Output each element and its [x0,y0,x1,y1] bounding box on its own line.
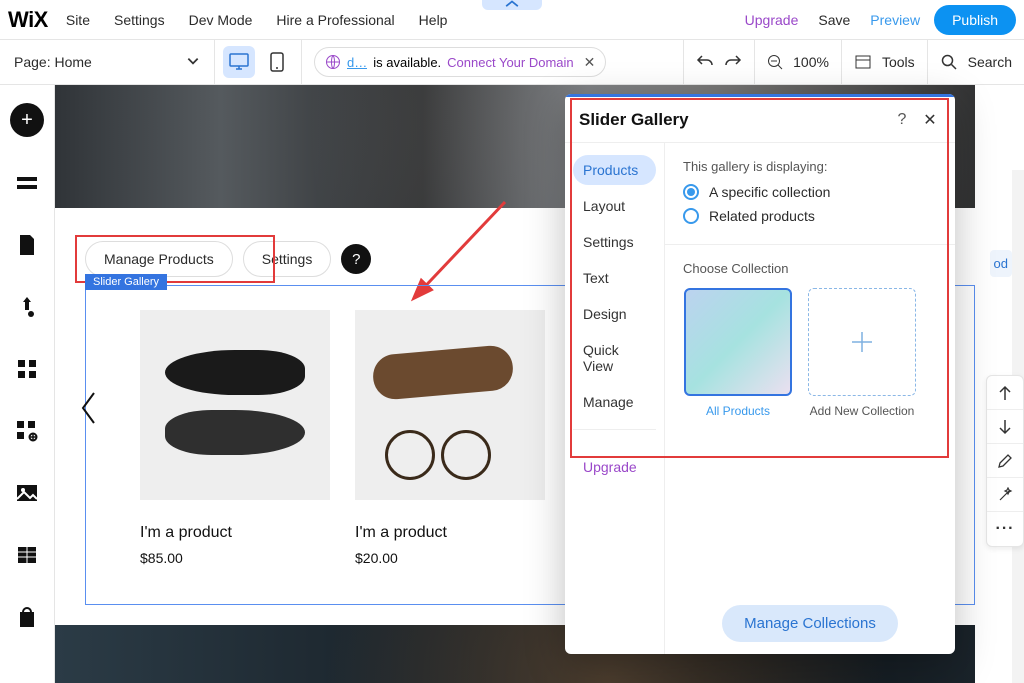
menu-help[interactable]: Help [419,12,448,28]
close-icon[interactable]: ✕ [584,54,596,71]
element-settings-button[interactable]: Settings [243,241,332,277]
add-collection-caption: Add New Collection [810,404,915,418]
panel-help-button[interactable]: ? [891,109,913,131]
search-button[interactable]: Search [927,40,1024,84]
tools-button[interactable]: Tools [841,40,927,84]
menu-devmode[interactable]: Dev Mode [189,12,253,28]
manage-products-button[interactable]: Manage Products [85,241,233,277]
add-collection-button[interactable]: Add New Collection [807,288,917,418]
connect-domain-link[interactable]: Connect Your Domain [447,55,573,70]
add-element-button[interactable]: + [10,103,44,137]
product-price: $20.00 [355,550,550,566]
product-image [355,310,545,500]
panel-nav-layout[interactable]: Layout [573,191,656,221]
product-card[interactable]: I'm a product $85.00 [140,310,335,566]
save-button[interactable]: Save [818,12,850,28]
collection-thumb [684,288,792,396]
search-icon [940,53,958,71]
pages-icon[interactable] [11,229,43,261]
panel-nav-text[interactable]: Text [573,263,656,293]
product-name: I'm a product [355,524,550,542]
panel-nav-quickview[interactable]: Quick View [573,335,656,381]
magic-button[interactable] [987,478,1023,512]
cms-icon[interactable] [11,539,43,571]
app-market-icon[interactable] [11,415,43,447]
chevron-down-icon [186,54,200,71]
zoom-icon [767,54,783,70]
radio-icon [683,184,699,200]
collection-caption: All Products [706,404,770,418]
upgrade-link[interactable]: Upgrade [745,12,799,28]
panel-peek: od [990,250,1012,277]
panel-nav: Products Layout Settings Text Design Qui… [565,143,665,654]
right-quick-tools: ··· [986,375,1024,547]
element-type-label: Slider Gallery [85,274,167,290]
page-prefix: Page: [14,54,51,70]
sections-icon[interactable] [11,167,43,199]
zoom-value: 100% [793,54,829,70]
edit-button[interactable] [987,444,1023,478]
move-down-button[interactable] [987,410,1023,444]
wix-logo[interactable]: WiX [8,7,48,33]
preview-button[interactable]: Preview [870,12,920,28]
device-switcher [215,40,302,84]
globe-icon [325,54,341,70]
media-icon[interactable] [11,477,43,509]
more-button[interactable]: ··· [987,512,1023,546]
choose-collection-label: Choose Collection [683,261,937,276]
panel-title: Slider Gallery [579,110,689,130]
left-rail: + [0,85,55,683]
element-help-button[interactable]: ? [341,244,371,274]
page-selector[interactable]: Page: Home [0,40,215,84]
redo-button[interactable] [724,52,742,73]
product-card[interactable]: I'm a product $20.00 [355,310,550,566]
radio-specific-collection[interactable]: A specific collection [683,184,937,200]
domain-name[interactable]: d… [347,55,367,70]
panel-nav-settings[interactable]: Settings [573,227,656,257]
undo-button[interactable] [696,52,714,73]
publish-button[interactable]: Publish [934,5,1016,35]
menu-hire[interactable]: Hire a Professional [276,12,394,28]
menu-site[interactable]: Site [66,12,90,28]
manage-collections-button[interactable]: Manage Collections [722,605,898,642]
panel-nav-upgrade[interactable]: Upgrade [573,452,656,482]
zoom-group[interactable]: 100% [754,40,841,84]
tools-icon [854,53,872,71]
product-name: I'm a product [140,524,335,542]
radio-icon [683,208,699,224]
panel-nav-manage[interactable]: Manage [573,387,656,417]
radio-related-products[interactable]: Related products [683,208,937,224]
apps-icon[interactable] [11,353,43,385]
store-icon[interactable] [11,601,43,633]
element-floating-toolbar: Manage Products Settings ? [85,241,371,277]
panel-nav-design[interactable]: Design [573,299,656,329]
slider-gallery-panel: Slider Gallery ? ✕ Products Layout Setti… [565,94,955,654]
mobile-view-button[interactable] [261,46,293,78]
desktop-view-button[interactable] [223,46,255,78]
panel-header: Slider Gallery ? ✕ [565,97,955,143]
product-image [140,310,330,500]
domain-available-text: is available. [373,55,441,70]
add-icon [808,288,916,396]
history-group [683,40,754,84]
menu-settings[interactable]: Settings [114,12,165,28]
theme-icon[interactable] [11,291,43,323]
collection-all-products[interactable]: All Products [683,288,793,418]
panel-main: This gallery is displaying: A specific c… [665,143,955,654]
page-name: Home [54,54,91,70]
panel-close-button[interactable]: ✕ [919,109,941,131]
panel-nav-products[interactable]: Products [573,155,656,185]
menubar: WiX Site Settings Dev Mode Hire a Profes… [0,0,1024,40]
product-price: $85.00 [140,550,335,566]
move-up-button[interactable] [987,376,1023,410]
displaying-label: This gallery is displaying: [683,159,937,174]
domain-banner: d… is available. Connect Your Domain ✕ [314,47,606,77]
toolbar: Page: Home d… is available. Connect Your… [0,40,1024,85]
